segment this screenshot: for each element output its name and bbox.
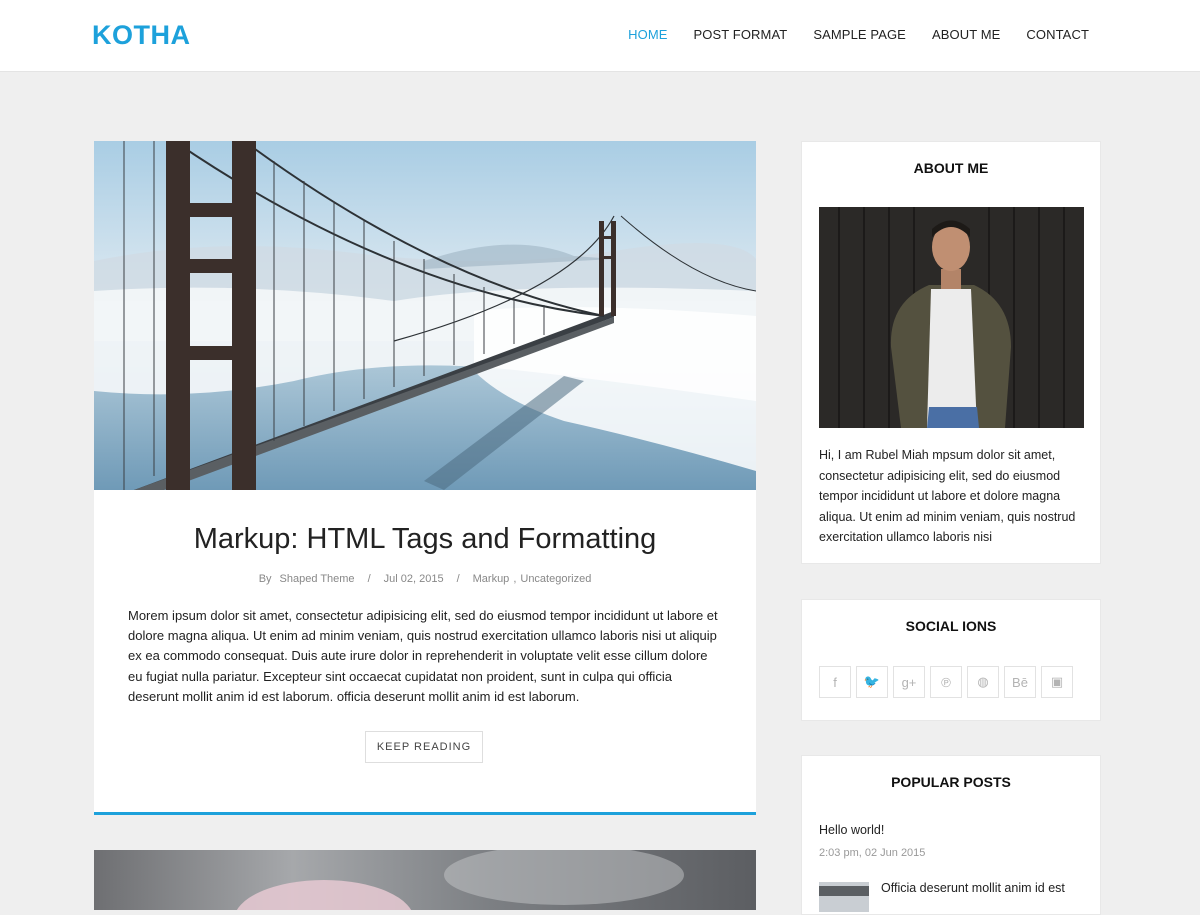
post-card-2 — [94, 850, 756, 910]
main-nav: HOME POST FORMAT SAMPLE PAGE ABOUT ME CO… — [602, 27, 1089, 42]
popular-post-thumbnail[interactable] — [819, 882, 869, 912]
youtube-icon[interactable]: ▣ — [1041, 666, 1073, 698]
post-2-featured-image[interactable] — [94, 850, 756, 910]
nav-item-sample-page[interactable]: SAMPLE PAGE — [813, 27, 906, 42]
post-meta-by-label: By — [258, 573, 272, 585]
post-date[interactable]: Jul 02, 2015 — [384, 573, 444, 585]
twitter-icon[interactable]: 🐦 — [856, 666, 888, 698]
about-widget: ABOUT ME Hi, I am Rubel Miah mpsum dolor… — [801, 141, 1101, 564]
post-card: Markup: HTML Tags and Formatting By Shape… — [94, 141, 756, 815]
post-title[interactable]: Markup: HTML Tags and Formatting — [94, 523, 756, 556]
site-logo[interactable]: KOTHA — [92, 20, 191, 51]
popular-posts-title: POPULAR POSTS — [891, 774, 1011, 790]
nav-item-home[interactable]: HOME — [628, 27, 667, 42]
post-category-uncategorized[interactable]: Uncategorized — [520, 573, 591, 585]
post-category-markup[interactable]: Markup — [473, 573, 510, 585]
post-meta: By Shaped Theme / Jul 02, 2015/Markup, Uncat… — [258, 573, 592, 585]
social-icons-row: f 🐦 g+ ℗ ◍ Bē ▣ — [819, 666, 1073, 698]
post-excerpt: Morem ipsum dolor sit amet, consectetur … — [128, 608, 718, 704]
site-header: KOTHA HOME POST FORMAT SAMPLE PAGE ABOUT… — [0, 0, 1200, 72]
popular-post-title[interactable]: Hello world! — [819, 823, 884, 837]
nav-item-post-format[interactable]: POST FORMAT — [694, 27, 788, 42]
pinterest-icon[interactable]: ℗ — [930, 666, 962, 698]
google-plus-icon[interactable]: g+ — [893, 666, 925, 698]
behance-icon[interactable]: Bē — [1004, 666, 1036, 698]
dribbble-icon[interactable]: ◍ — [967, 666, 999, 698]
about-photo — [819, 207, 1084, 428]
popular-post-title[interactable]: Officia deserunt mollit anim id est — [881, 881, 1065, 895]
facebook-icon[interactable]: f — [819, 666, 851, 698]
social-widget: SOCIAL IONS f 🐦 g+ ℗ ◍ Bē ▣ — [801, 599, 1101, 721]
about-widget-title: ABOUT ME — [913, 160, 989, 176]
popular-posts-widget: POPULAR POSTS Hello world! 2:03 pm, 02 J… — [801, 755, 1101, 915]
nav-item-about-me[interactable]: ABOUT ME — [932, 27, 1000, 42]
post-featured-image[interactable] — [94, 141, 756, 490]
nav-item-contact[interactable]: CONTACT — [1026, 27, 1089, 42]
keep-reading-button[interactable]: KEEP READING — [365, 731, 483, 763]
social-widget-title: SOCIAL IONS — [905, 618, 997, 634]
about-text: Hi, I am Rubel Miah mpsum dolor sit amet… — [819, 448, 1076, 545]
popular-post-date: 2:03 pm, 02 Jun 2015 — [819, 847, 926, 859]
post-author[interactable]: Shaped Theme — [280, 573, 355, 585]
